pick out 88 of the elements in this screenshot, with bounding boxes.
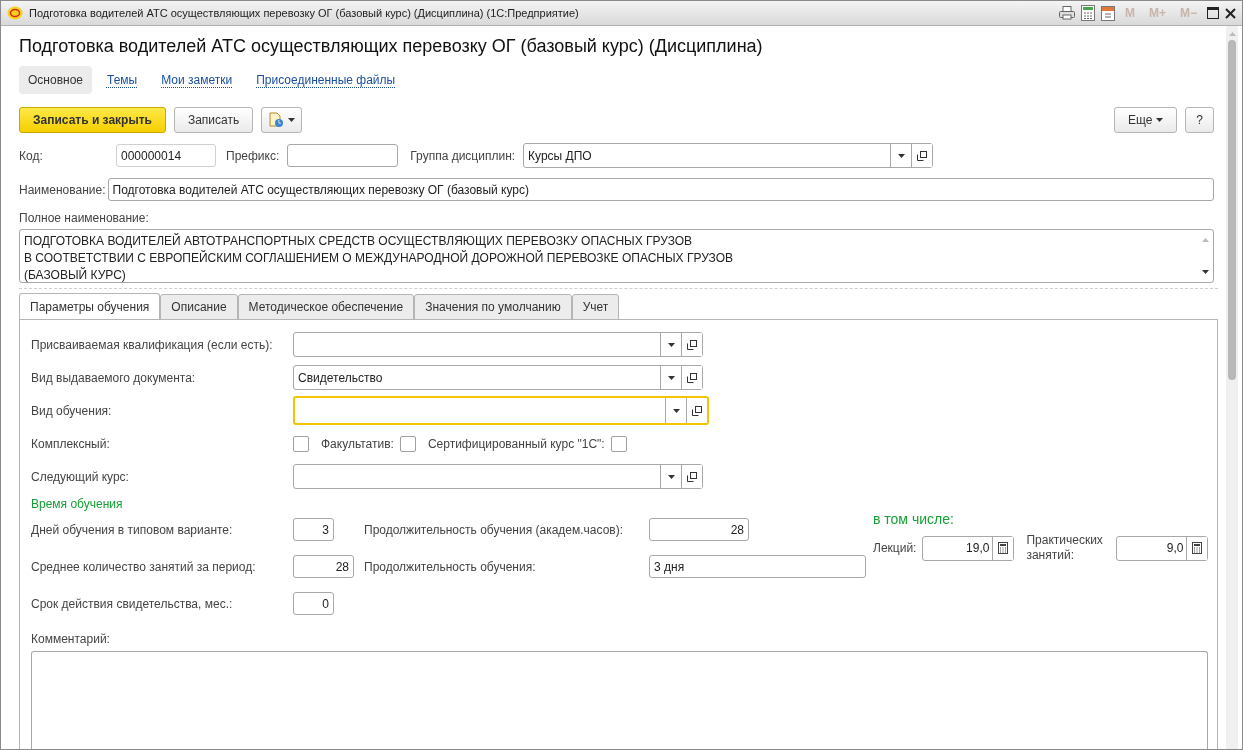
field-label: Префикс: (226, 148, 280, 163)
calendar-icon[interactable] (1100, 5, 1115, 21)
report-menu-button[interactable] (261, 107, 303, 133)
open-button[interactable] (686, 398, 707, 423)
field-label: Практических занятий: (1026, 533, 1104, 563)
open-button[interactable] (681, 366, 702, 389)
open-button[interactable] (681, 465, 702, 488)
calculator-icon[interactable] (1080, 5, 1095, 21)
calculator-icon (1192, 542, 1203, 554)
caret-icon (667, 375, 675, 380)
field-label: Дней обучения в типовом варианте: (31, 522, 234, 537)
number-field[interactable]: 0 (293, 592, 334, 615)
checkbox[interactable] (399, 435, 416, 452)
number-field[interactable]: 3 (293, 518, 334, 541)
combo-field[interactable] (293, 464, 703, 489)
field-label: Вид выдаваемого документа: (31, 370, 197, 385)
combo-field[interactable]: Свидетельство (293, 365, 703, 390)
scroll-down-icon[interactable] (1202, 270, 1209, 274)
tab[interactable]: Параметры обучения (19, 293, 161, 320)
open-window-icon (917, 150, 928, 161)
caret-icon (667, 342, 675, 347)
combo-field[interactable] (293, 332, 703, 357)
nav-link[interactable]: Основное (19, 66, 92, 94)
nav-link[interactable]: Темы (98, 66, 147, 94)
field-label: Комплексный: (31, 436, 111, 451)
nav-link[interactable]: Мои заметки (152, 66, 242, 94)
full-name-field[interactable]: ПОДГОТОВКА ВОДИТЕЛЕЙ АВТОТРАНСПОРТНЫХ СРЕДСТВ ОСУЩЕСТВЛЯЮЩИХ ПЕРЕВОЗКУ ОПАСНЫХ ГРУЗОВ В СООТВЕТСТВИИ С ЕВРОПЕЙСКИМ СОГЛАШЕНИЕМ О МЕЖДУНАРОДНОЙ ДОРОЖНОЙ ПЕРЕВОЗКЕ ОПАСНЫХ ГРУЗОВ (БАЗОВЫЙ КУРС) (19, 229, 1214, 283)
form-title: Подготовка водителей АТС осуществляющих перевозку ОГ (базовый курс) (Дисциплина) (19, 36, 764, 57)
caret-icon (672, 408, 680, 413)
section-heading: Время обучения (31, 497, 124, 511)
field-label: Код: (19, 148, 44, 163)
field-label: Комментарий: (31, 632, 111, 646)
open-window-icon (687, 372, 697, 383)
calculator-icon (998, 542, 1009, 554)
field-label: Среднее количество занятий за период: (31, 559, 257, 574)
app-logo-icon (7, 6, 23, 20)
maximize-icon[interactable] (1207, 7, 1219, 19)
tab[interactable]: Значения по умолчанию (414, 294, 572, 320)
combo-field[interactable]: Курсы ДПО (523, 143, 934, 168)
checkbox[interactable] (610, 435, 627, 452)
printer-icon[interactable] (1058, 6, 1075, 20)
field-label: Продолжительность обучения (академ.часов): (364, 522, 625, 537)
comment-field[interactable] (31, 651, 1208, 749)
open-button[interactable] (911, 144, 933, 167)
field-label: Присваиваемая квалификация (если есть): (31, 337, 274, 352)
number-field[interactable]: 19,0 (922, 535, 1015, 561)
caret-icon (288, 118, 296, 122)
number-field[interactable]: 9,0 (1116, 535, 1209, 561)
number-field[interactable]: 28 (293, 555, 354, 578)
open-window-icon (692, 405, 702, 416)
field-label: Группа дисциплин: (410, 148, 516, 163)
prefix-field[interactable] (287, 144, 399, 167)
nav-link[interactable]: Присоединенные файлы (247, 66, 405, 94)
calculator-button[interactable] (992, 536, 1014, 560)
document-icon (268, 112, 285, 128)
caret-icon (667, 474, 675, 479)
tab[interactable]: Методическое обеспечение (237, 294, 415, 320)
field-label: Факультатив: (321, 436, 394, 451)
caret-icon (1156, 118, 1164, 122)
save-button[interactable]: Записать (173, 107, 254, 133)
field-label: Полное наименование: (19, 211, 150, 225)
field-label: Срок действия свидетельства, мес.: (31, 596, 234, 611)
caret-icon (897, 153, 905, 158)
checkbox[interactable] (293, 435, 309, 452)
name-field[interactable]: Подготовка водителей АТС осуществляющих перевозку ОГ (базовый курс) (107, 178, 1214, 201)
field-label: Наименование: (19, 182, 106, 197)
field-label: Вид обучения: (31, 403, 113, 418)
field-label: Лекций: (873, 541, 917, 555)
open-window-icon (687, 471, 697, 482)
close-icon[interactable] (1225, 7, 1236, 19)
field-label: Следующий курс: (31, 469, 130, 484)
open-button[interactable] (681, 333, 702, 356)
scroll-thumb[interactable] (1228, 40, 1236, 380)
window-title: Подготовка водителей АТС осуществляющих перевозку ОГ (базовый курс) (Дисциплина) (1С:Предприятие) (29, 7, 580, 19)
tab[interactable]: Описание (160, 294, 238, 320)
combo-field[interactable] (293, 396, 709, 425)
field-label: Продолжительность обучения: (364, 559, 537, 574)
more-button[interactable]: Еще (1113, 107, 1178, 133)
open-window-icon (687, 339, 697, 350)
save-and-close-button[interactable]: Записать и закрыть (19, 107, 166, 133)
help-button[interactable]: ? (1185, 107, 1214, 133)
duration-field[interactable]: 3 дня (649, 555, 866, 578)
calculator-button[interactable] (1186, 536, 1208, 560)
tab[interactable]: Учет (571, 294, 620, 320)
field-label: Сертифицированный курс "1С": (427, 436, 605, 451)
section-heading: в том числе: (873, 511, 955, 527)
number-field[interactable]: 28 (649, 518, 749, 541)
code-field[interactable]: 000000014 (116, 144, 216, 167)
